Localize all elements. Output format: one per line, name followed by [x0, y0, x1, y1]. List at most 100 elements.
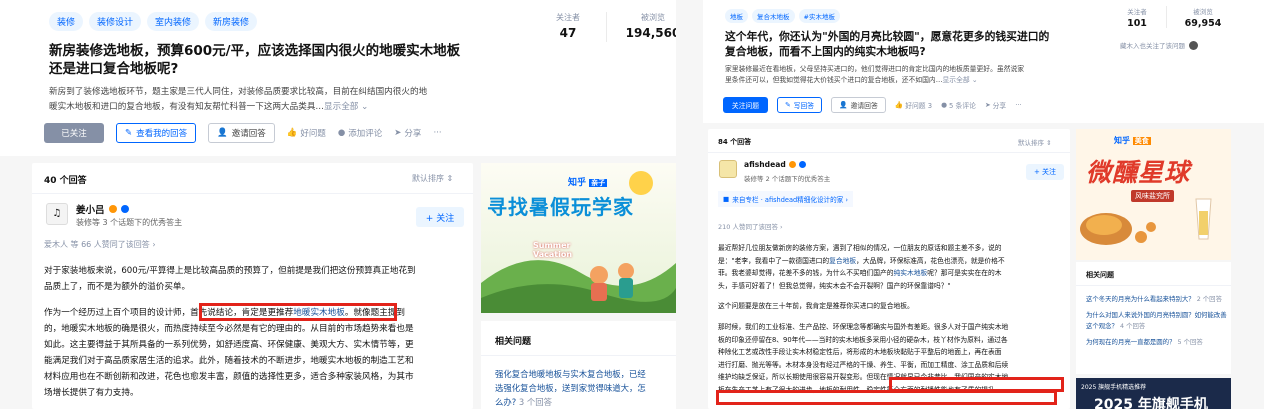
answer-line: 如此。这主要得益于其所具备的一系列优势，如舒适度高、环保健康、美观大方、实木情节… [44, 340, 414, 350]
followers-label: 关注者 [1127, 8, 1147, 16]
share-icon: ➤ [984, 101, 991, 109]
answer-line: 进行打磨、抛光等等。木材本身没有经过严格的干燥、养生、平衡，而加工精度、涂工品质… [718, 360, 1009, 369]
comments-label: 5 条评论 [949, 102, 976, 110]
views-count: 194,560 [625, 26, 676, 40]
add-comment-button[interactable]: ● 添加评论 [338, 127, 382, 139]
related-question-link[interactable]: 这个冬天的月亮为什么看起来特别大？ 2 个回答 [1086, 294, 1232, 305]
good-question-button[interactable]: 👍 好问题 3 [895, 100, 932, 110]
question-title[interactable]: 这个年代，你还认为"外国的月亮比较圆"，愿意花更多的钱买进口的 复合地板，而看不… [725, 30, 1105, 59]
related-line: 么办? [495, 397, 517, 407]
desc-line: 家里装修最近在看地板，父母坚持买进口的，他们觉得进口的肯定比国内的地板质量更好。… [725, 65, 1025, 73]
views-label: 被浏览 [1193, 8, 1213, 16]
pen-icon: ✎ [785, 101, 791, 109]
followers-stat[interactable]: 关注者 47 [548, 12, 588, 42]
topic-tag[interactable]: 新房装修 [205, 12, 258, 31]
topic-tag[interactable]: 装修 [49, 12, 84, 31]
sort-dropdown[interactable]: 默认排序 ⇕ [412, 173, 453, 184]
author-description: 装修等 3 个话题下的优秀答主 [76, 218, 183, 227]
question-stats: 关注者 101 被浏览 69,954 [1120, 6, 1227, 29]
side-ad-banner[interactable]: 知乎 美食 微醺星球 风味盐究所 [1076, 129, 1231, 260]
write-answer-button[interactable]: ✎ 写回答 [777, 97, 823, 113]
answer-text-run: 是："老李，我看中了一款德国进口的 [718, 256, 830, 265]
view-my-answer-label: 查看我的回答 [136, 129, 188, 139]
question-title-line: 复合地板，而看不上国内的纯实木地板吗? [725, 44, 926, 58]
answer-card: 84 个回答 默认排序 ⇕ afishdead 装修等 2 个话题下的优秀答主 … [708, 129, 1070, 409]
answer-text-run: ，大品牌，环保标准高，花色也漂亮，就是价格不 [856, 256, 1005, 265]
more-button[interactable]: ··· [1015, 101, 1021, 109]
topic-tag[interactable]: 地板 [725, 9, 748, 23]
answer-content: 对于家装地板来说，600元/平算得上是比较高品质的预算了，但前提是我们把这份预算… [44, 263, 469, 401]
desc-line: 暖实木地板和进口的复合地板，有没有知友帮忙科普一下这两大品类具… [49, 101, 325, 112]
badge-icon [108, 205, 117, 213]
column-source-link[interactable]: ■ 来自专栏 · afishdead精细化设计的家 › [718, 191, 854, 207]
column-icon: ■ [723, 195, 730, 203]
topic-tag[interactable]: #实木地板 [798, 9, 840, 23]
follow-question-button[interactable]: 关注问题 [723, 97, 768, 113]
views-stat: 被浏览 194,560 [625, 12, 676, 42]
share-button[interactable]: ➤ 分享 [985, 100, 1006, 110]
related-question-link[interactable]: 强化复合地暖地板与实木复合地板，已经 选强化复合地板，送到家觉得味道大，怎 么办… [495, 367, 673, 409]
avatar[interactable] [719, 160, 737, 178]
view-my-answer-button[interactable]: ✎ 查看我的回答 [116, 123, 197, 143]
related-question-text: 为什么对国人来说外国的月亮特别圆？如何能改善这个观念？ [1086, 311, 1227, 330]
show-all-link[interactable]: 显示全部 ⌄ [324, 102, 368, 112]
author-description: 装修等 2 个话题下的优秀答主 [744, 175, 831, 183]
sort-dropdown[interactable]: 默认排序 ⇕ [1018, 137, 1052, 147]
upvote-summary[interactable]: 爱木人 等 66 人赞同了该回答 › [44, 239, 156, 250]
followed-button[interactable]: 已关注 [44, 123, 104, 143]
related-list: 这个冬天的月亮为什么看起来特别大？ 2 个回答 为什么对国人来说外国的月亮特别圆… [1086, 294, 1232, 348]
answer-line: 能满足我们对于高品质家居生活的追求。此外，随着技术的不断进步，地暖实木地板的制造… [44, 356, 414, 366]
follow-author-button[interactable]: + 关注 [416, 207, 464, 227]
invite-answer-button[interactable]: 👤 邀请回答 [831, 97, 886, 113]
invite-label: 邀请回答 [231, 129, 266, 139]
invite-note: 藏木入也关注了该问题 [1120, 40, 1198, 50]
question-title[interactable]: 新房装修选地板，预算600元/平，应该选择国内很火的地暖实木地板 还是进口复合地… [49, 42, 519, 78]
share-label: 分享 [992, 102, 1007, 110]
related-line: 强化复合地暖地板与实木复合地板，已经 [495, 369, 646, 379]
related-title: 相关问题 [495, 337, 532, 347]
share-icon: ➤ [394, 128, 402, 138]
followers-label: 关注者 [556, 13, 580, 22]
show-all-link[interactable]: 显示全部 ⌄ [943, 76, 978, 84]
author-name[interactable]: afishdead [744, 160, 806, 169]
thumb-icon: 👍 [286, 128, 298, 138]
share-button[interactable]: ➤ 分享 [394, 127, 421, 139]
answer-text-run: 菲。我老婆却觉得，花差不多的钱，为什么不买咱们国产的 [718, 269, 894, 278]
topic-tag[interactable]: 室内装修 [147, 12, 200, 31]
question-header: 装修 装修设计 室内装修 新房装修 关注者 47 被浏览 194,560 新房装… [0, 0, 676, 156]
related-questions-card: 相关问题 强化复合地暖地板与实木复合地板，已经 选强化复合地板，送到家觉得味道大… [481, 321, 676, 409]
followers-count: 101 [1127, 18, 1147, 29]
invite-note-text: 藏木入也关注了该问题 [1120, 42, 1185, 50]
question-title-line: 这个年代，你还认为"外国的月亮比较圆"，愿意花更多的钱买进口的 [725, 30, 1050, 43]
author-name-text: 姜小吕 [76, 205, 105, 216]
composite-floor-link[interactable]: 复合地板 [829, 257, 856, 265]
person-add-icon: 👤 [217, 128, 228, 138]
related-question-link[interactable]: 为什么对国人来说外国的月亮特别圆？如何能改善这个观念？ 4 个回答 [1086, 310, 1232, 332]
follow-author-button[interactable]: + 关注 [1026, 164, 1064, 180]
upvote-summary[interactable]: 210 人赞同了该回答 › [718, 221, 783, 231]
answer-line: 那时候，我们的工业标准、生产品控、环保理念等都确实与国外有差距。很多人对于国产纯… [718, 322, 1009, 331]
author-name-text: afishdead [744, 160, 786, 169]
phone-ad-banner[interactable]: 2025 旗舰手机精选推荐 2025 年旗舰手机 [1076, 378, 1231, 409]
related-question-text: 为何现在的月亮一直都是圆的？ [1086, 338, 1176, 346]
related-question-text: 这个冬天的月亮为什么看起来特别大？ [1086, 295, 1195, 303]
column-label: 来自专栏 · afishdead精细化设计的家 › [732, 196, 849, 204]
comments-button[interactable]: ● 5 条评论 [941, 100, 976, 110]
good-question-button[interactable]: 👍 好问题 [287, 127, 326, 139]
side-ad-banner[interactable]: 知乎 亲子 寻找暑假玩学家 Summer Vacation [481, 163, 676, 313]
desc-line: 新房到了装修选地板环节，题主家是三代人同住，对装修品质要求比较高，目前在纠结国内… [49, 87, 428, 97]
answer-line: 场增长提供了有力支持。 [44, 388, 139, 398]
avatar[interactable]: ♫ [46, 203, 68, 225]
author-name[interactable]: 姜小吕 [76, 202, 129, 216]
topic-tag[interactable]: 装修设计 [89, 12, 142, 31]
answers-count: 84 个回答 [718, 138, 752, 146]
topic-tag[interactable]: 复合木地板 [752, 9, 795, 23]
ad-illustration [481, 171, 676, 313]
solid-wood-floor-link[interactable]: 纯实木地板 [894, 269, 928, 277]
followers-stat[interactable]: 关注者 101 [1120, 6, 1154, 29]
invite-answer-button[interactable]: 👤 邀请回答 [208, 123, 275, 143]
related-question-link[interactable]: 为何现在的月亮一直都是圆的？ 5 个回答 [1086, 337, 1232, 348]
avatar-icon [1189, 40, 1198, 50]
more-button[interactable]: ··· [433, 128, 441, 138]
answer-text-run: 维护均缺乏保证，所以长期使用很容易开裂变形。 [718, 373, 867, 382]
